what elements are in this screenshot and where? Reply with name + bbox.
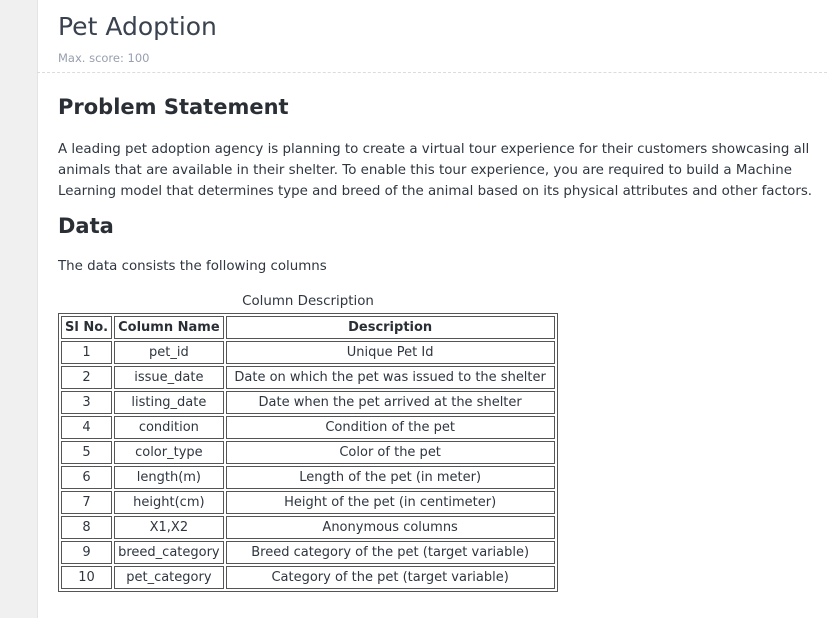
- cell-description: Anonymous columns: [225, 516, 555, 539]
- problem-statement-text: A leading pet adoption agency is plannin…: [58, 142, 813, 199]
- page-title: Pet Adoption: [58, 12, 217, 41]
- cell-column-name: pet_category: [114, 566, 224, 589]
- table-row: 2 issue_date Date on which the pet was i…: [61, 366, 555, 389]
- problem-statement-heading: Problem Statement: [58, 95, 289, 119]
- cell-description: Condition of the pet: [225, 416, 555, 439]
- cell-description: Height of the pet (in centimeter): [225, 491, 555, 514]
- table-row: 9 breed_category Breed category of the p…: [61, 541, 555, 564]
- column-table-wrapper: Sl No. Column Name Description 1 pet_id …: [58, 313, 558, 592]
- cell-column-name: length(m): [114, 466, 224, 489]
- table-caption: Column Description: [242, 294, 374, 309]
- cell-description: Unique Pet Id: [225, 341, 555, 364]
- left-rail: [0, 0, 38, 618]
- table-row: 8 X1,X2 Anonymous columns: [61, 516, 555, 539]
- cell-sl-no: 9: [61, 541, 113, 564]
- cell-column-name: condition: [114, 416, 224, 439]
- data-intro-text: The data consists the following columns: [58, 259, 327, 274]
- cell-sl-no: 2: [61, 366, 113, 389]
- cell-column-name: listing_date: [114, 391, 224, 414]
- cell-sl-no: 3: [61, 391, 113, 414]
- max-score-label: Max. score: 100: [58, 51, 150, 65]
- cell-sl-no: 1: [61, 341, 113, 364]
- cell-column-name: height(cm): [114, 491, 224, 514]
- table-row: 1 pet_id Unique Pet Id: [61, 341, 555, 364]
- table-row: 6 length(m) Length of the pet (in meter): [61, 466, 555, 489]
- header-description: Description: [225, 316, 555, 339]
- header-divider: [37, 72, 827, 73]
- cell-sl-no: 7: [61, 491, 113, 514]
- cell-sl-no: 5: [61, 441, 113, 464]
- cell-description: Breed category of the pet (target variab…: [225, 541, 555, 564]
- table-row: 5 color_type Color of the pet: [61, 441, 555, 464]
- header-column-name: Column Name: [114, 316, 224, 339]
- cell-description: Category of the pet (target variable): [225, 566, 555, 589]
- cell-sl-no: 10: [61, 566, 113, 589]
- table-header-row: Sl No. Column Name Description: [61, 316, 555, 339]
- cell-sl-no: 6: [61, 466, 113, 489]
- table-row: 3 listing_date Date when the pet arrived…: [61, 391, 555, 414]
- cell-description: Length of the pet (in meter): [225, 466, 555, 489]
- column-description-table: Sl No. Column Name Description 1 pet_id …: [58, 313, 558, 592]
- cell-column-name: X1,X2: [114, 516, 224, 539]
- cell-description: Date on which the pet was issued to the …: [225, 366, 555, 389]
- header-sl-no: Sl No.: [61, 316, 113, 339]
- cell-column-name: breed_category: [114, 541, 224, 564]
- table-row: 4 condition Condition of the pet: [61, 416, 555, 439]
- cell-column-name: color_type: [114, 441, 224, 464]
- cell-description: Date when the pet arrived at the shelter: [225, 391, 555, 414]
- cell-column-name: issue_date: [114, 366, 224, 389]
- cell-sl-no: 8: [61, 516, 113, 539]
- cell-sl-no: 4: [61, 416, 113, 439]
- cell-column-name: pet_id: [114, 341, 224, 364]
- table-row: 10 pet_category Category of the pet (tar…: [61, 566, 555, 589]
- data-heading: Data: [58, 214, 114, 238]
- table-row: 7 height(cm) Height of the pet (in centi…: [61, 491, 555, 514]
- cell-description: Color of the pet: [225, 441, 555, 464]
